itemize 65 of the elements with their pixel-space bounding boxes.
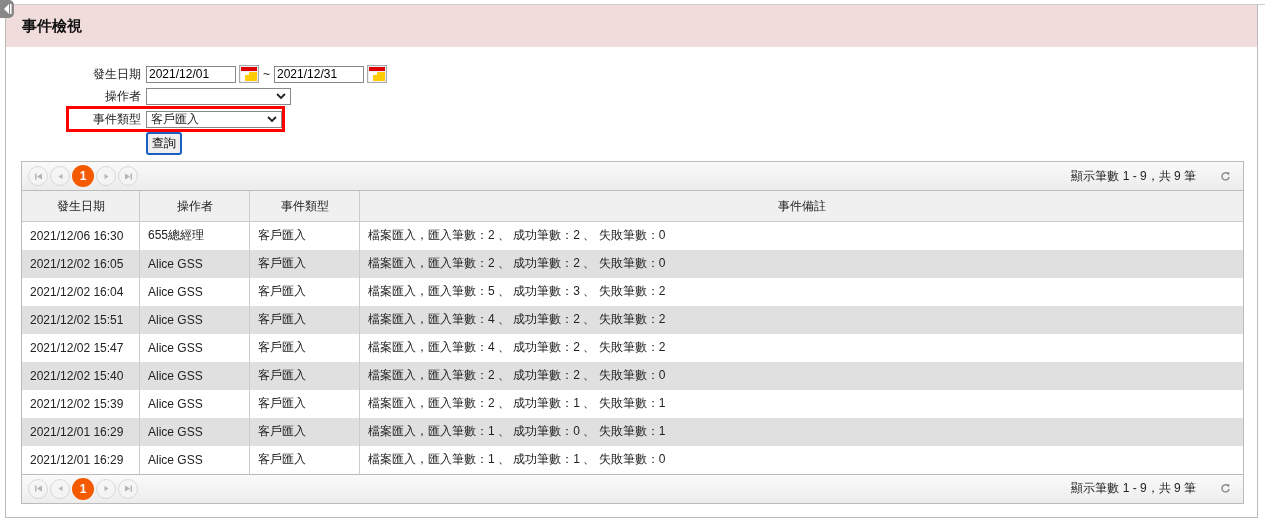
date-field[interactable]: 2021/12/01 xyxy=(146,65,236,83)
field-label: 事件類型 xyxy=(92,110,141,128)
last-arrow-icon xyxy=(123,171,133,181)
table-cell: 檔案匯入，匯入筆數：2 、 成功筆數：1 、 失敗筆數：1 xyxy=(359,389,1243,418)
query-button[interactable]: 查詢 xyxy=(146,132,182,155)
dropdown[interactable]: 客戶匯入 xyxy=(146,110,282,128)
first-arrow-icon xyxy=(33,484,43,493)
table-cell: Alice GSS xyxy=(139,249,250,278)
refresh-icon[interactable] xyxy=(1220,170,1231,182)
table-cell: Alice GSS xyxy=(139,417,250,446)
table-cell: 2021/12/02 16:05 xyxy=(22,249,140,278)
first-arrow-icon xyxy=(33,171,43,181)
calendar-icon[interactable] xyxy=(367,65,387,83)
table-cell: Alice GSS xyxy=(139,389,250,418)
table-cell: 檔案匯入，匯入筆數：5 、 成功筆數：3 、 失敗筆數：2 xyxy=(359,277,1243,306)
table-cell: 檔案匯入，匯入筆數：4 、 成功筆數：2 、 失敗筆數：2 xyxy=(359,333,1243,362)
chevron-down-icon xyxy=(276,92,286,100)
table-cell: 客戶匯入 xyxy=(249,333,360,362)
table-cell: 檔案匯入，匯入筆數：2 、 成功筆數：2 、 失敗筆數：0 xyxy=(359,221,1243,250)
column-header: 事件類型 xyxy=(249,191,360,222)
prev-arrow-icon xyxy=(55,171,65,181)
table-cell: 2021/12/02 15:51 xyxy=(22,305,140,334)
table-cell: 客戶匯入 xyxy=(249,445,360,474)
table-cell: 客戶匯入 xyxy=(249,389,360,418)
chevron-down-icon xyxy=(267,115,277,123)
record-count: 顯示筆數 1 - 9，共 9 筆 xyxy=(1071,167,1196,185)
table-cell: 檔案匯入，匯入筆數：2 、 成功筆數：2 、 失敗筆數：0 xyxy=(359,361,1243,390)
table-cell: 655總經理 xyxy=(139,221,250,250)
table-cell: 檔案匯入，匯入筆數：1 、 成功筆數：0 、 失敗筆數：1 xyxy=(359,417,1243,446)
table-cell: Alice GSS xyxy=(139,361,250,390)
panel-title: 事件檢視 xyxy=(22,16,82,36)
collapse-tab-icon[interactable] xyxy=(0,0,14,18)
table-cell: Alice GSS xyxy=(139,445,250,474)
table-cell: 檔案匯入，匯入筆數：2 、 成功筆數：2 、 失敗筆數：0 xyxy=(359,249,1243,278)
table-cell: 2021/12/02 15:40 xyxy=(22,361,140,390)
table-cell: 客戶匯入 xyxy=(249,249,360,278)
date-field[interactable]: 2021/12/31 xyxy=(274,65,364,83)
table-cell: Alice GSS xyxy=(139,305,250,334)
refresh-icon[interactable] xyxy=(1220,483,1231,494)
field-label: 發生日期 xyxy=(92,65,141,83)
table-cell: 檔案匯入，匯入筆數：1 、 成功筆數：1 、 失敗筆數：0 xyxy=(359,445,1243,474)
table-cell: 客戶匯入 xyxy=(249,417,360,446)
table-cell: 2021/12/06 16:30 xyxy=(22,221,140,250)
column-header: 發生日期 xyxy=(22,191,140,222)
table-cell: 2021/12/02 15:47 xyxy=(22,333,140,362)
last-arrow-icon xyxy=(123,484,133,493)
table-cell: 客戶匯入 xyxy=(249,361,360,390)
table-cell: 2021/12/02 15:39 xyxy=(22,389,140,418)
dropdown[interactable] xyxy=(146,87,291,105)
table-cell: 客戶匯入 xyxy=(249,305,360,334)
calendar-icon[interactable] xyxy=(239,65,259,83)
column-header: 操作者 xyxy=(139,191,250,222)
table-cell: 2021/12/02 16:04 xyxy=(22,277,140,306)
table-cell: 檔案匯入，匯入筆數：4 、 成功筆數：2 、 失敗筆數：2 xyxy=(359,305,1243,334)
range-separator: ~ xyxy=(262,67,271,81)
column-header: 事件備註 xyxy=(359,191,1243,222)
table-cell: 2021/12/01 16:29 xyxy=(22,417,140,446)
record-count: 顯示筆數 1 - 9，共 9 筆 xyxy=(1071,480,1196,497)
table-cell: 2021/12/01 16:29 xyxy=(22,445,140,474)
table-cell: 客戶匯入 xyxy=(249,221,360,250)
table-cell: Alice GSS xyxy=(139,277,250,306)
field-label: 操作者 xyxy=(104,87,141,105)
table-cell: Alice GSS xyxy=(139,333,250,362)
prev-arrow-icon xyxy=(55,484,65,493)
table-cell: 客戶匯入 xyxy=(249,277,360,306)
